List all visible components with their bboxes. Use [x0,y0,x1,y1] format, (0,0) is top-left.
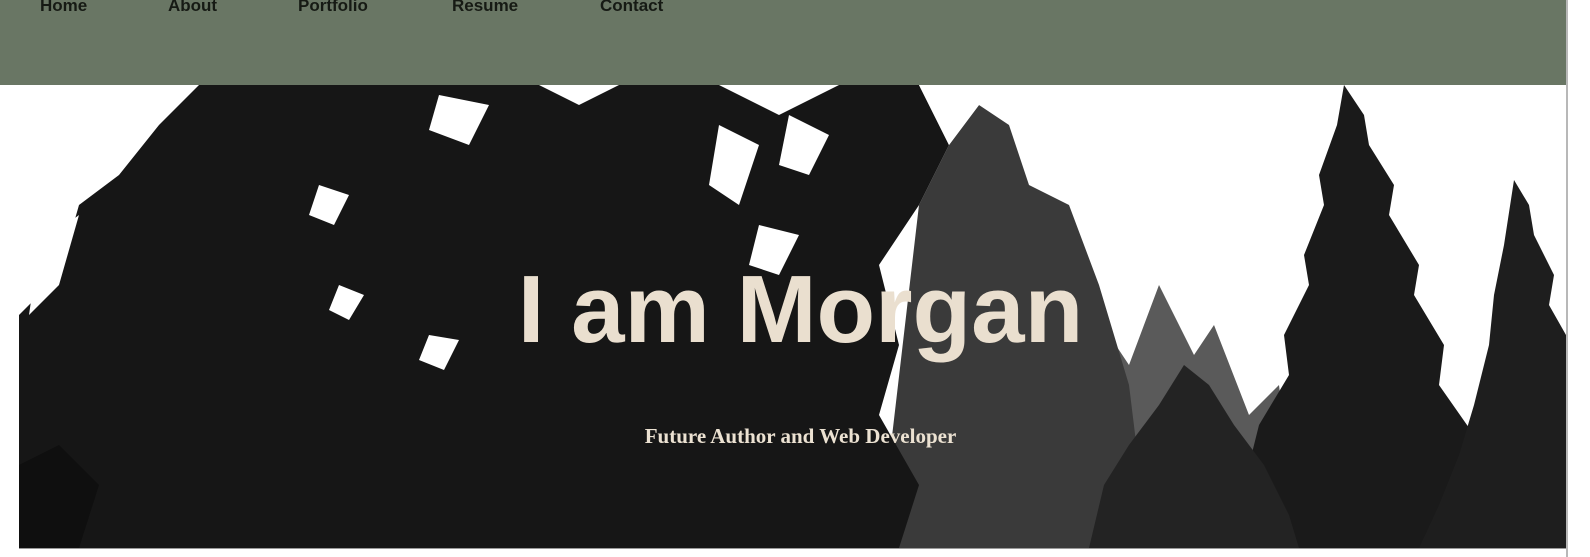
page: Home About Portfolio Resume Contact I am… [0,0,1590,557]
nav-link-home[interactable]: Home [40,0,87,16]
top-nav-bar: Home About Portfolio Resume Contact [0,0,1568,85]
nav-link-about[interactable]: About [168,0,217,16]
bottom-border [19,548,1566,549]
scrollbar-edge [1566,0,1568,557]
hero-title: I am Morgan [517,256,1084,363]
nav-link-resume[interactable]: Resume [452,0,518,16]
hero-section: I am Morgan Future Author and Web Develo… [19,85,1566,548]
nav-link-portfolio[interactable]: Portfolio [298,0,368,16]
nav-link-contact[interactable]: Contact [600,0,663,16]
hero-subtitle: Future Author and Web Developer [644,424,957,448]
